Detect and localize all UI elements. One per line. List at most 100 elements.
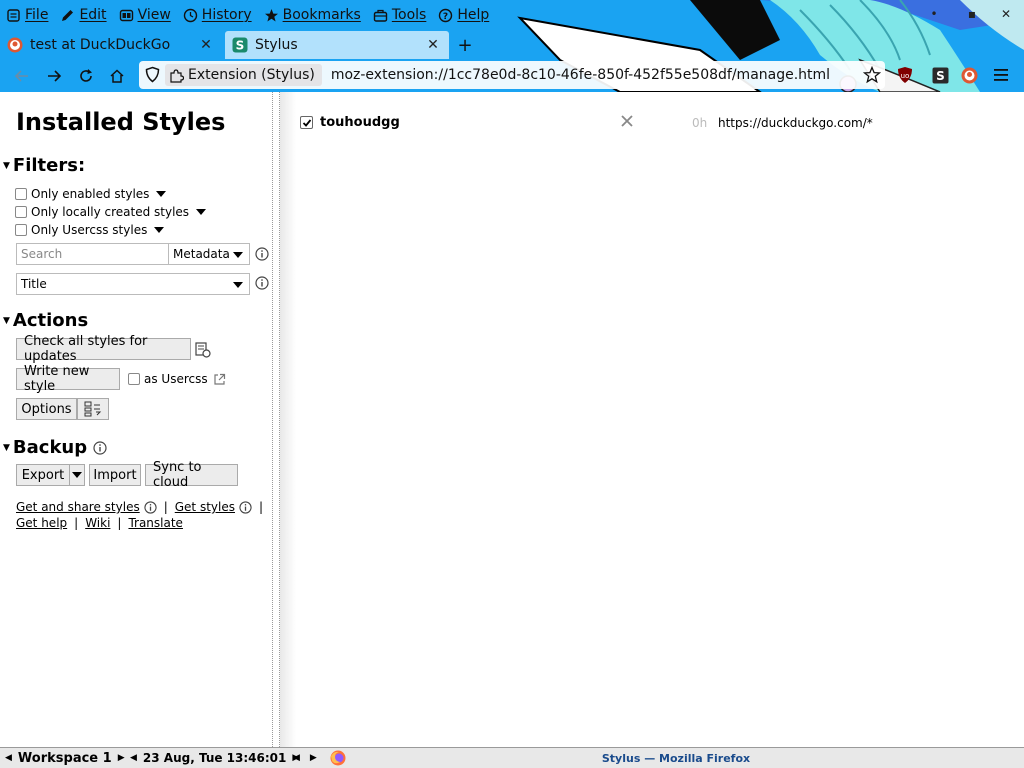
actions-heading[interactable]: ▼ Actions: [3, 310, 88, 331]
manager-layout-button[interactable]: [77, 398, 109, 420]
forward-button[interactable]: [41, 63, 67, 89]
next-window-icon[interactable]: ▶: [310, 753, 317, 763]
new-tab-button[interactable]: +: [455, 35, 475, 56]
view-icon: [119, 8, 134, 23]
style-enabled-checkbox[interactable]: [300, 116, 313, 129]
dropdown-caret-icon[interactable]: [156, 191, 167, 197]
close-tab-icon[interactable]: ✕: [198, 37, 214, 53]
reload-button[interactable]: [73, 63, 99, 89]
wiki-link[interactable]: Wiki: [85, 516, 110, 530]
minimize-button[interactable]: •: [926, 6, 942, 22]
layout-icon: [84, 401, 102, 417]
close-window-button[interactable]: ✕: [998, 6, 1014, 22]
hamburger-menu-icon[interactable]: [992, 66, 1010, 84]
info-icon[interactable]: [255, 247, 269, 261]
filters-heading[interactable]: ▼ Filters:: [3, 155, 85, 176]
search-mode-value: Metadata: [173, 247, 230, 261]
stylus-extension-icon[interactable]: S: [931, 66, 949, 84]
ublock-icon[interactable]: uo: [896, 66, 914, 84]
pencil-icon: [60, 8, 75, 23]
filter-enabled[interactable]: Only enabled styles: [15, 187, 167, 201]
import-button[interactable]: Import: [89, 464, 141, 486]
puzzle-icon: [169, 68, 184, 83]
home-button[interactable]: [104, 63, 130, 89]
get-and-share-styles-link[interactable]: Get and share styles: [16, 500, 140, 514]
filter-local[interactable]: Only locally created styles: [15, 205, 207, 219]
filter-local-checkbox[interactable]: [15, 206, 27, 218]
select-caret-icon: [233, 282, 243, 288]
nav-bar: Extension (Stylus) moz-extension://1cc78…: [0, 59, 1024, 92]
get-styles-link[interactable]: Get styles: [175, 500, 235, 514]
menu-view-label: View: [137, 7, 171, 23]
prev-icon[interactable]: ◀: [130, 753, 137, 763]
export-dropdown-button[interactable]: [69, 464, 85, 486]
write-new-style-button[interactable]: Write new style: [16, 364, 120, 394]
prev-workspace-icon[interactable]: ◀: [5, 753, 12, 763]
workspace-switcher[interactable]: ◀ Workspace 1 ▶: [5, 750, 125, 766]
style-entry[interactable]: touhoudgg 0h https://duckduckgo.com/*: [300, 114, 1000, 132]
get-help-link[interactable]: Get help: [16, 516, 67, 530]
workspace-label: Workspace 1: [17, 750, 112, 766]
export-button[interactable]: Export: [16, 464, 70, 486]
next-workspace-icon[interactable]: ▶: [118, 753, 125, 763]
svg-text:S: S: [236, 39, 245, 53]
as-usercss-option[interactable]: as Usercss: [128, 372, 226, 386]
delete-style-icon[interactable]: [620, 114, 634, 128]
menu-edit-label: Edit: [79, 7, 107, 23]
menu-bookmarks-label: Bookmarks: [282, 7, 361, 23]
filter-usercss-checkbox[interactable]: [15, 224, 27, 236]
menu-help[interactable]: ? Help: [438, 7, 489, 23]
menu-bookmarks[interactable]: Bookmarks: [264, 7, 361, 23]
url-text[interactable]: moz-extension://1cc78e0d-8c10-46fe-850f-…: [331, 67, 830, 83]
toolbox-icon: [373, 8, 388, 23]
menu-file[interactable]: File: [6, 7, 48, 23]
backup-heading[interactable]: ▼ Backup: [3, 437, 107, 458]
sidebar-resize-handle[interactable]: [272, 92, 280, 747]
svg-text:uo: uo: [901, 72, 910, 80]
duckduckgo-extension-icon[interactable]: [960, 66, 978, 84]
dropdown-caret-icon[interactable]: [154, 227, 165, 233]
menu-view[interactable]: View: [119, 7, 171, 23]
style-name[interactable]: touhoudgg: [320, 115, 400, 130]
sort-select[interactable]: Title: [16, 273, 250, 295]
shield-icon[interactable]: [144, 66, 161, 83]
translate-link[interactable]: Translate: [128, 516, 183, 530]
window-scroll[interactable]: ◀ ▶: [293, 750, 317, 766]
check-updates-button[interactable]: Check all styles for updates: [16, 334, 191, 364]
taskbar-window-title[interactable]: Stylus — Mozilla Firefox: [328, 748, 1024, 768]
external-link-icon[interactable]: [213, 373, 226, 386]
dropdown-caret-icon[interactable]: [196, 209, 207, 215]
links-row-2: Get help | Wiki | Translate: [16, 516, 183, 530]
sync-to-cloud-button[interactable]: Sync to cloud: [145, 460, 238, 490]
identity-box[interactable]: Extension (Stylus): [165, 64, 322, 86]
bookmark-star-icon[interactable]: [863, 66, 881, 84]
back-button[interactable]: [9, 63, 35, 89]
tab-duckduckgo[interactable]: test at DuckDuckGo ✕: [0, 31, 222, 59]
options-button[interactable]: Options: [16, 398, 77, 420]
filter-usercss[interactable]: Only Usercss styles: [15, 223, 165, 237]
collapse-triangle-icon: ▼: [3, 160, 10, 171]
clock[interactable]: ◀ 23 Aug, Tue 13:46:01 ▶: [130, 750, 299, 766]
back-arrow-icon: [14, 70, 28, 82]
link-separator: |: [163, 500, 168, 514]
filter-enabled-label: Only enabled styles: [31, 187, 150, 201]
info-icon[interactable]: [144, 500, 157, 514]
maximize-button[interactable]: ▪: [964, 6, 980, 22]
info-icon[interactable]: [239, 500, 252, 514]
menubar: File Edit View History Bookmarks Tools ?…: [0, 0, 600, 30]
filter-enabled-checkbox[interactable]: [15, 188, 27, 200]
menu-edit[interactable]: Edit: [60, 7, 107, 23]
menu-tools[interactable]: Tools: [373, 7, 426, 23]
menu-history-label: History: [201, 7, 252, 23]
menu-history[interactable]: History: [183, 7, 252, 23]
update-history-icon[interactable]: [195, 342, 211, 358]
info-icon[interactable]: [93, 440, 107, 455]
url-bar[interactable]: Extension (Stylus) moz-extension://1cc78…: [139, 61, 885, 89]
as-usercss-checkbox[interactable]: [128, 373, 140, 385]
search-mode-select[interactable]: Metadata: [168, 243, 250, 265]
prev-window-icon[interactable]: ◀: [293, 753, 300, 763]
tab-stylus[interactable]: S Stylus ✕: [225, 31, 449, 59]
search-input[interactable]: Search: [16, 243, 169, 265]
info-icon[interactable]: [255, 276, 269, 290]
close-tab-icon[interactable]: ✕: [425, 37, 441, 53]
